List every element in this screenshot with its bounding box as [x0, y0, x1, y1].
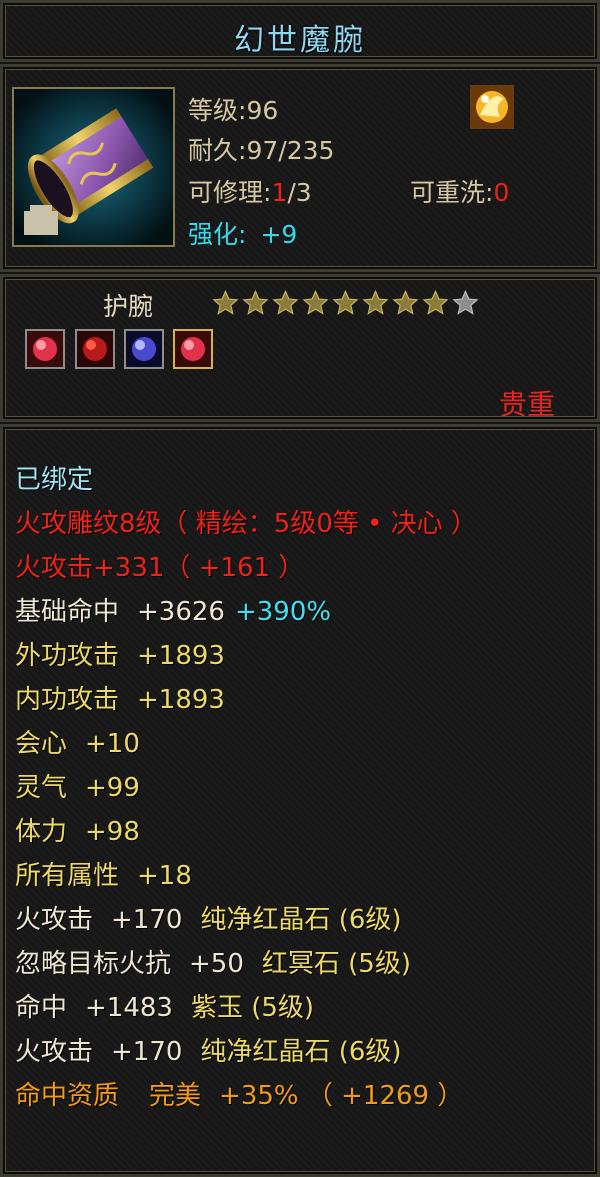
star-filled-icon [242, 289, 269, 315]
red-gem-icon[interactable] [25, 329, 65, 369]
gem-stat-line-4: 火攻击 +170 纯净红晶石 (6级) [15, 1037, 402, 1067]
star-rating [211, 289, 481, 321]
star-filled-icon [422, 289, 449, 315]
attributes-panel: 已绑定 火攻雕纹8级（ 精绘：5级0等 • 决心 ） 火攻击+331（ +161… [0, 424, 600, 1177]
crit-line: 会心 +10 [15, 729, 140, 759]
external-attack-line: 外功攻击 +1893 [15, 641, 225, 671]
hit-line: 基础命中 +3626 +390% [15, 597, 332, 627]
rewash-line: 可重洗:0 [410, 178, 510, 207]
engrave-line: 火攻雕纹8级（ 精绘：5级0等 • 决心 ） [15, 509, 478, 539]
internal-attack-line: 内功攻击 +1893 [15, 685, 225, 715]
star-empty-icon [452, 289, 479, 315]
item-info-panel: 等级:96 耐久:97/235 可修理:1/3 可重洗:0 强化: +9 [0, 64, 600, 272]
bracer-icon [14, 89, 173, 245]
rarity-label: 贵重 [498, 388, 555, 421]
star-filled-icon [392, 289, 419, 315]
item-type-panel: 护腕 贵重 [0, 274, 600, 422]
item-type: 护腕 [103, 292, 154, 321]
star-filled-icon [362, 289, 389, 315]
stamina-line: 体力 +98 [15, 817, 140, 847]
dark-red-gem-icon[interactable] [75, 329, 115, 369]
fire-attack-line: 火攻击+331（ +161 ） [15, 553, 305, 583]
all-attributes-line: 所有属性 +18 [15, 861, 192, 891]
level-line: 等级:96 [188, 96, 279, 125]
spirit-line: 灵气 +99 [15, 773, 140, 803]
star-filled-icon [212, 289, 239, 315]
gem-stat-line-3: 命中 +1483 紫玉 (5级) [15, 993, 315, 1023]
durability-line: 耐久:97/235 [188, 136, 335, 165]
quality-line: 命中资质 完美 +35% （ +1269 ） [15, 1081, 464, 1111]
star-filled-icon [302, 289, 329, 315]
bind-status: 已绑定 [15, 465, 94, 495]
star-filled-icon [272, 289, 299, 315]
item-title: 幻世魔腕 [234, 23, 366, 58]
gem-stat-line-1: 火攻击 +170 纯净红晶石 (6级) [15, 905, 402, 935]
star-filled-icon [332, 289, 359, 315]
repair-line: 可修理:1/3 [188, 178, 312, 207]
red-gem-icon[interactable] [173, 329, 213, 369]
item-image[interactable] [12, 87, 175, 247]
title-bar: 幻世魔腕 [0, 0, 600, 62]
blue-gem-icon[interactable] [124, 329, 164, 369]
gem-stat-line-2: 忽略目标火抗 +50 红冥石 (5级) [15, 949, 411, 979]
refine-icon[interactable] [470, 85, 514, 129]
enhance-line: 强化: +9 [188, 220, 298, 249]
